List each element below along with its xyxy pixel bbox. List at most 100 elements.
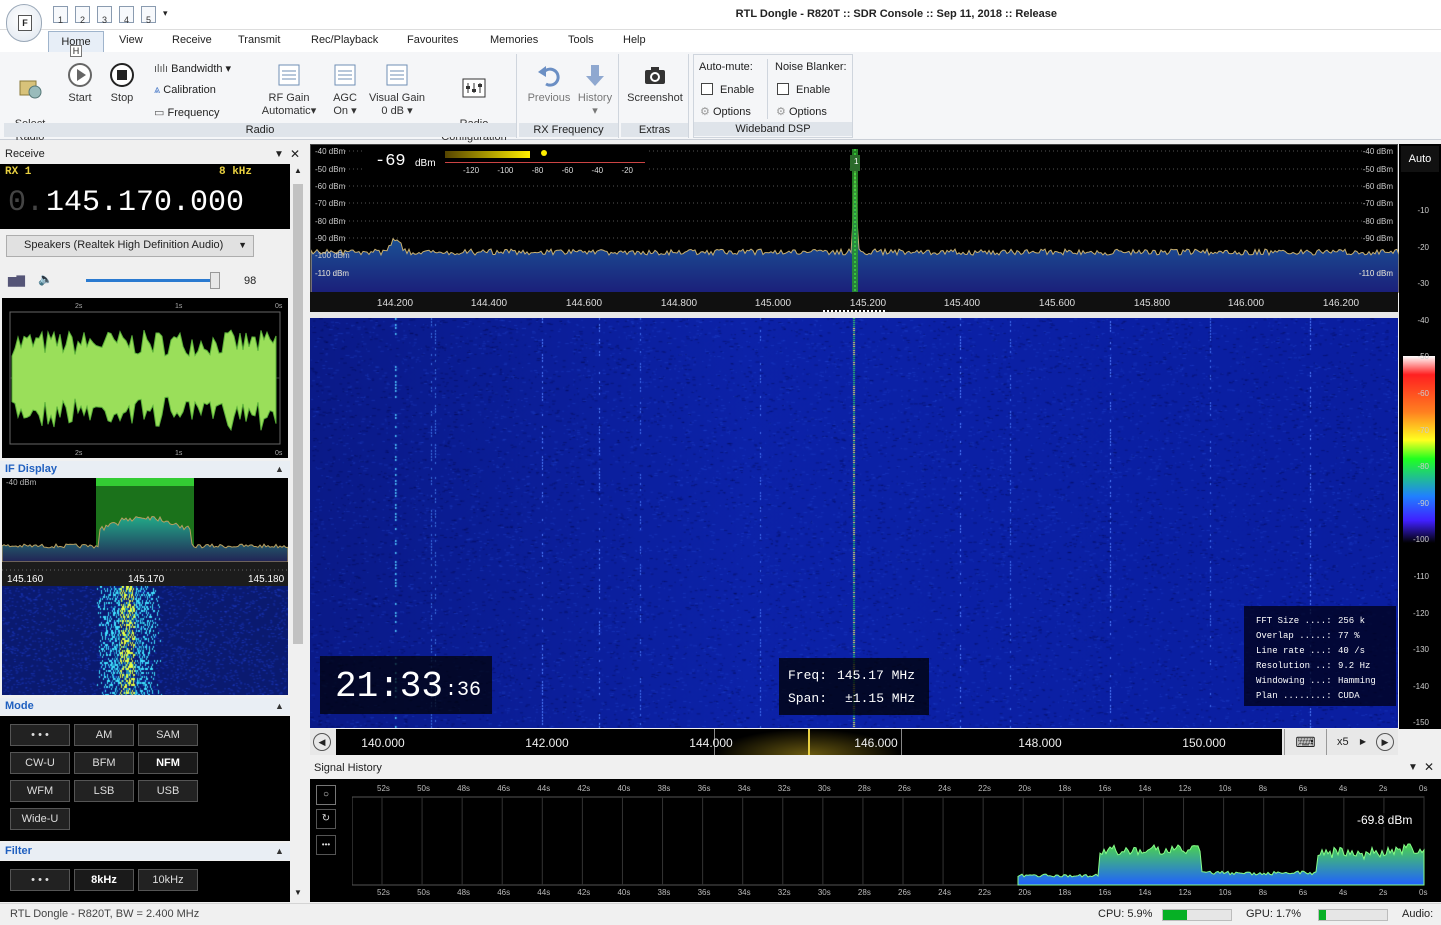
mode-nfm-button[interactable]: NFM [138,752,198,774]
mode-more-button[interactable]: • • • [10,724,70,746]
noise-blanker-label: Noise Blanker: [775,61,847,73]
spectrum-marker[interactable]: 1 [854,157,858,166]
chevron-down-icon[interactable]: ▼ [274,146,284,163]
history-tick-top: 28s [858,784,871,793]
stop-label: Stop [110,92,134,104]
history-label: History [577,92,613,104]
previous-button[interactable]: Previous [523,62,575,105]
mode-cw-u-button[interactable]: CW-U [10,752,70,774]
gpu-meter [1318,909,1388,921]
scroll-thumb[interactable] [293,184,303,644]
tab-memories[interactable]: Memories [490,34,538,46]
group-wideband-dsp: Auto-mute: Enable ⚙ Options Noise Blanke… [693,54,853,138]
history-button[interactable]: History ▾ [573,62,617,118]
tab-receive[interactable]: Receive [172,34,212,46]
fft-info-value: 256 k [1338,616,1366,626]
app-menu-button[interactable]: F [6,4,42,42]
rf-gain-button[interactable]: RF Gain Automatic▾ [256,62,322,118]
collapse-icon[interactable]: ▲ [275,698,284,715]
signal-history-plot[interactable]: ○ ↻ ••• 52s 52s 50s 50s 48s 48s 46s 46s 44s 44s 42… [310,779,1441,902]
rf-gain-label: RF Gain [268,92,310,104]
left-scrollbar[interactable]: ▲ ▼ [291,164,305,902]
group-wideband-dsp-label: Wideband DSP [694,122,852,136]
visual-gain-button[interactable]: Visual Gain 0 dB ▾ [366,62,428,118]
speaker-icon[interactable]: 🔈 [38,272,53,286]
scope-tick-2s-bottom: 2s [75,450,83,457]
zoom-select[interactable]: x5 ▶ [1326,729,1372,755]
overview-spectrum[interactable]: 140.000 142.000 144.000 146.000 148.000 150.0… [336,729,1282,755]
tab-help[interactable]: Help [623,34,646,46]
mode-am-button[interactable]: AM [74,724,134,746]
tab-favourites[interactable]: Favourites [407,34,458,46]
equalizer-icon[interactable]: ▆▇ [8,274,25,287]
chevron-down-icon: ▼ [238,240,247,250]
screenshot-button[interactable]: Screenshot [623,62,687,105]
mode-header[interactable]: Mode ▲ [0,698,290,715]
overview-freq-tick: 150.000 [1182,736,1226,750]
span-overlay-label: Span: [788,691,828,706]
automute-options-button[interactable]: ⚙ Options [700,105,751,118]
close-icon[interactable]: ✕ [290,146,300,163]
scale-label: -50 [1417,352,1429,362]
audio-output-label: Speakers (Realtek High Definition Audio) [24,239,224,251]
nb-options-button[interactable]: ⚙ Options [776,105,827,118]
fft-info-value: 40 /s [1338,646,1366,656]
calibration-button[interactable]: ⩓ Calibration [154,84,216,97]
more-icon[interactable]: ••• [316,835,336,855]
mode-sam-button[interactable]: SAM [138,724,198,746]
if-spectrum[interactable]: -40 dBm 145.160 145.170 145.180 [1,478,289,586]
scale-label: -40 [1417,315,1429,325]
mode-usb-button[interactable]: USB [138,780,198,802]
main-spectrum[interactable]: 1 -69 dBm -120 -100 -80 -60 -40 -20 -40 dBm -5… [310,144,1400,294]
tab-tools[interactable]: Tools [568,34,594,46]
filter-8khz-button[interactable]: 8kHz [74,869,134,891]
nb-enable-checkbox[interactable]: Enable [777,83,830,96]
history-tick-bottom: 46s [497,888,510,897]
keyboard-icon[interactable]: ⌨ [1284,729,1326,755]
bandwidth-button[interactable]: ılılı Bandwidth ▾ [154,62,231,75]
if-waterfall[interactable] [2,586,288,695]
tab-view[interactable]: View [119,34,143,46]
frequency-button[interactable]: ▭ Frequency [154,106,219,119]
stop-button[interactable]: Stop [104,62,140,105]
filter-header[interactable]: Filter ▲ [0,843,290,860]
scroll-down-icon[interactable]: ▼ [294,888,302,897]
scroll-up-icon[interactable]: ▲ [294,166,302,175]
spectrum-frequency-axis[interactable]: 144.200 144.400 144.600 144.800 145.000 145.2… [310,292,1398,312]
tab-transmit[interactable]: Transmit [238,34,280,46]
scroll-left-icon[interactable]: ◀ [313,733,331,751]
mode-wfm-button[interactable]: WFM [10,780,70,802]
record-circle-icon[interactable]: ○ [316,785,336,805]
spectrum-db-label-left: -60 dBm [315,182,346,191]
visual-gain-value: 0 dB [381,105,405,117]
if-display-header[interactable]: IF Display ▲ [0,461,290,478]
mode-lsb-button[interactable]: LSB [74,780,134,802]
history-tick-top: 2s [1379,784,1387,793]
filter-10khz-button[interactable]: 10kHz [138,869,198,891]
spectrum-freq-tick: 144.800 [660,298,698,309]
mode-wide-u-button[interactable]: Wide-U [10,808,70,830]
scroll-right-icon[interactable]: ▶ [1376,733,1394,751]
start-button[interactable]: Start [62,62,98,105]
gpu-meter-fill [1319,910,1326,920]
audio-status: Audio: [1402,908,1434,920]
tab-rec-playback[interactable]: Rec/Playback [311,34,378,46]
agc-button[interactable]: AGC On ▾ [328,62,362,118]
close-icon[interactable]: ✕ [1424,760,1434,774]
collapse-icon[interactable]: ▲ [275,461,284,478]
automute-enable-checkbox[interactable]: Enable [701,83,754,96]
mode-panel: • • • AM SAM CW-U BFM NFM WFM LSB USB Wi… [0,716,290,841]
history-tick-top: 18s [1058,784,1071,793]
reset-icon[interactable]: ↻ [316,809,336,829]
chevron-down-icon[interactable]: ▼ [1408,762,1418,773]
mode-bfm-button[interactable]: BFM [74,752,134,774]
audio-output-select[interactable]: Speakers (Realtek High Definition Audio)… [6,235,254,257]
filter-more-button[interactable]: • • • [10,869,70,891]
volume-slider[interactable] [86,272,220,289]
collapse-icon[interactable]: ▲ [275,843,284,860]
frequency-display[interactable]: RX 1 8 kHz 0. 145.170.000 [0,164,290,229]
colour-scale[interactable]: Auto -10 -20 -30 -40 -50 -60 -70 -80 -90 -100 -110… [1399,144,1441,729]
auto-scale-button[interactable]: Auto [1401,146,1439,172]
volume-thumb[interactable] [210,272,220,289]
main-waterfall[interactable]: 21:33 :36 Freq: 145.17 MHz Span: ±1.15 M… [310,318,1398,728]
